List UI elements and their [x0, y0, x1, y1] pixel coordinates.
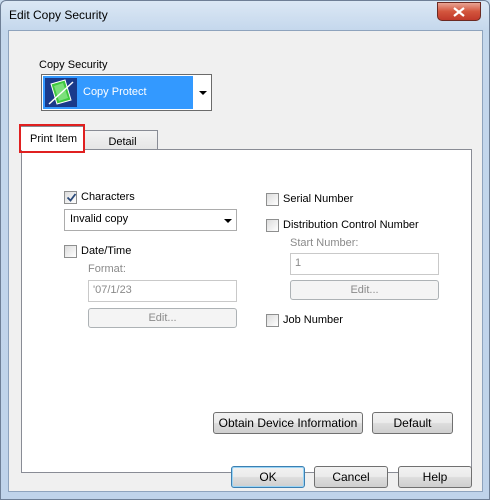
serial-number-label: Serial Number: [283, 193, 354, 205]
close-icon: [453, 7, 465, 17]
default-button[interactable]: Default: [372, 412, 453, 434]
format-value: '07/1/23: [93, 284, 132, 296]
print-item-panel: Characters Invalid copy Date/Time Format…: [21, 149, 472, 473]
format-field[interactable]: '07/1/23: [88, 280, 237, 302]
format-label: Format:: [88, 263, 126, 275]
distribution-control-number-label: Distribution Control Number: [283, 219, 419, 231]
chevron-down-icon: [224, 219, 232, 223]
start-number-value: 1: [295, 257, 302, 269]
start-number-label: Start Number:: [290, 237, 359, 249]
job-number-checkbox[interactable]: [266, 314, 279, 327]
obtain-device-information-button[interactable]: Obtain Device Information: [213, 412, 363, 434]
copy-protect-icon: [45, 78, 77, 107]
check-icon: [66, 193, 77, 202]
characters-label: Characters: [81, 191, 135, 203]
job-number-label: Job Number: [283, 314, 343, 326]
title-bar[interactable]: Edit Copy Security: [1, 1, 489, 29]
characters-checkbox[interactable]: [64, 191, 77, 204]
serial-number-checkbox[interactable]: [266, 193, 279, 206]
help-button[interactable]: Help: [398, 466, 472, 488]
distribution-control-number-checkbox[interactable]: [266, 219, 279, 232]
copy-security-label: Copy Security: [39, 59, 108, 71]
dialog-window: Edit Copy Security Copy Security Copy Pr…: [0, 0, 490, 500]
date-time-checkbox[interactable]: [64, 245, 77, 258]
copy-security-combo[interactable]: Copy Protect: [41, 74, 212, 111]
tab-highlight-box: [19, 124, 85, 153]
dialog-client-area: Copy Security Copy Protect Print Item De…: [8, 30, 483, 492]
cancel-button[interactable]: Cancel: [314, 466, 388, 488]
window-title: Edit Copy Security: [9, 8, 108, 22]
tab-detail-settings[interactable]: Detail Settings: [84, 130, 158, 160]
start-number-field[interactable]: 1: [290, 253, 439, 275]
distribution-edit-button[interactable]: Edit...: [290, 280, 439, 300]
date-format-edit-button[interactable]: Edit...: [88, 308, 237, 328]
copy-security-value: Copy Protect: [83, 86, 147, 98]
chevron-down-icon: [199, 91, 207, 95]
copy-security-selected: Copy Protect: [43, 76, 193, 109]
date-time-label: Date/Time: [81, 245, 132, 257]
close-button[interactable]: [437, 2, 481, 21]
characters-value: Invalid copy: [70, 213, 129, 225]
ok-button[interactable]: OK: [231, 466, 305, 488]
characters-select[interactable]: Invalid copy: [64, 209, 237, 231]
